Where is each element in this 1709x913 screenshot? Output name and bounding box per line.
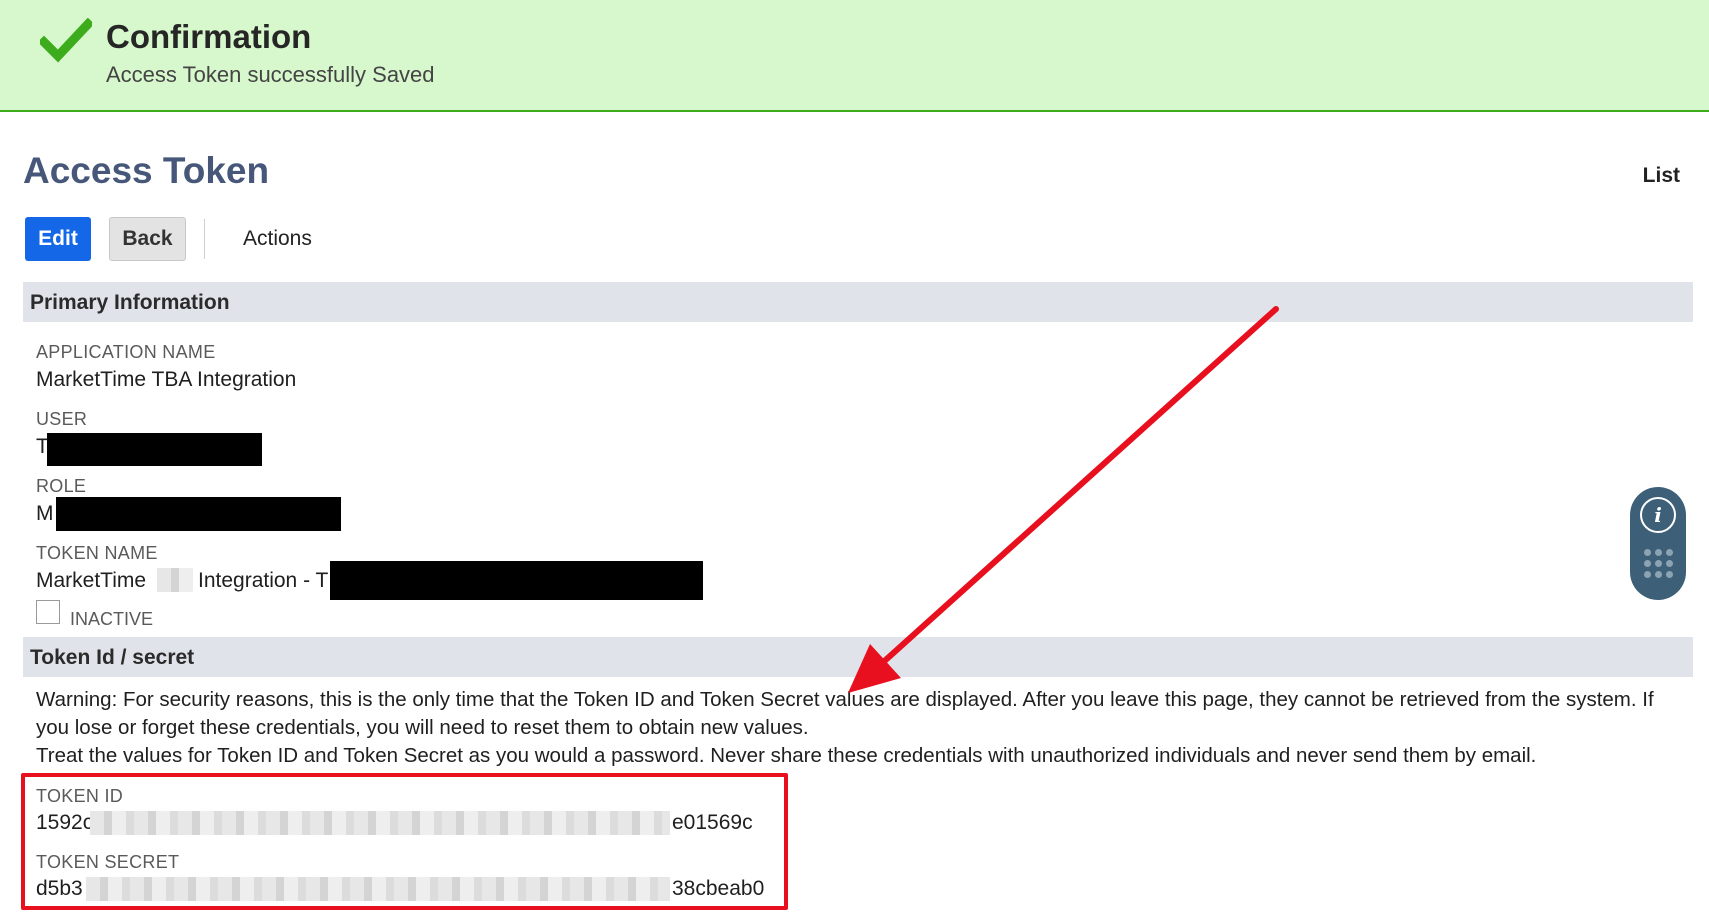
back-button[interactable]: Back (109, 217, 186, 261)
section-title: Token Id / secret (30, 646, 195, 669)
inactive-checkbox[interactable] (36, 600, 60, 624)
grid-dots-icon[interactable] (1644, 549, 1674, 579)
toolbar-divider (204, 219, 205, 259)
token-name-label: TOKEN NAME (36, 543, 158, 563)
list-link[interactable]: List (1643, 164, 1680, 188)
check-icon (40, 18, 92, 63)
help-widget[interactable]: i (1630, 487, 1686, 600)
banner-message: Access Token successfully Saved (106, 62, 435, 87)
section-primary-information[interactable]: Primary Information (23, 282, 1693, 322)
role-value[interactable]: M (36, 502, 54, 526)
confirmation-banner: Confirmation Access Token successfully S… (0, 0, 1709, 112)
annotation-highlight-box (21, 773, 788, 910)
token-name-value-b: Integration - T (198, 569, 329, 592)
inactive-label: INACTIVE (70, 609, 154, 629)
redacted-token-name (330, 561, 703, 600)
page-title: Access Token (23, 150, 270, 191)
redacted-user (47, 433, 262, 466)
role-label: ROLE (36, 476, 87, 496)
warning-text-secondary: Treat the values for Token ID and Token … (36, 744, 1537, 767)
blurred-token-name-part (157, 568, 193, 592)
banner-title: Confirmation (106, 18, 312, 55)
actions-menu[interactable]: Actions (243, 227, 312, 251)
edit-button[interactable]: Edit (25, 217, 91, 261)
application-name-value: MarketTime TBA Integration (36, 368, 297, 391)
user-label: USER (36, 409, 88, 429)
warning-text: Warning: For security reasons, this is t… (36, 688, 1654, 739)
application-name-label: APPLICATION NAME (36, 342, 216, 362)
redacted-role (56, 497, 341, 531)
info-icon[interactable]: i (1640, 497, 1676, 533)
section-title: Primary Information (30, 291, 230, 314)
security-warning: Warning: For security reasons, this is t… (36, 686, 1676, 770)
token-name-value-a: MarketTime (36, 569, 147, 592)
section-token-id-secret[interactable]: Token Id / secret (23, 637, 1693, 677)
